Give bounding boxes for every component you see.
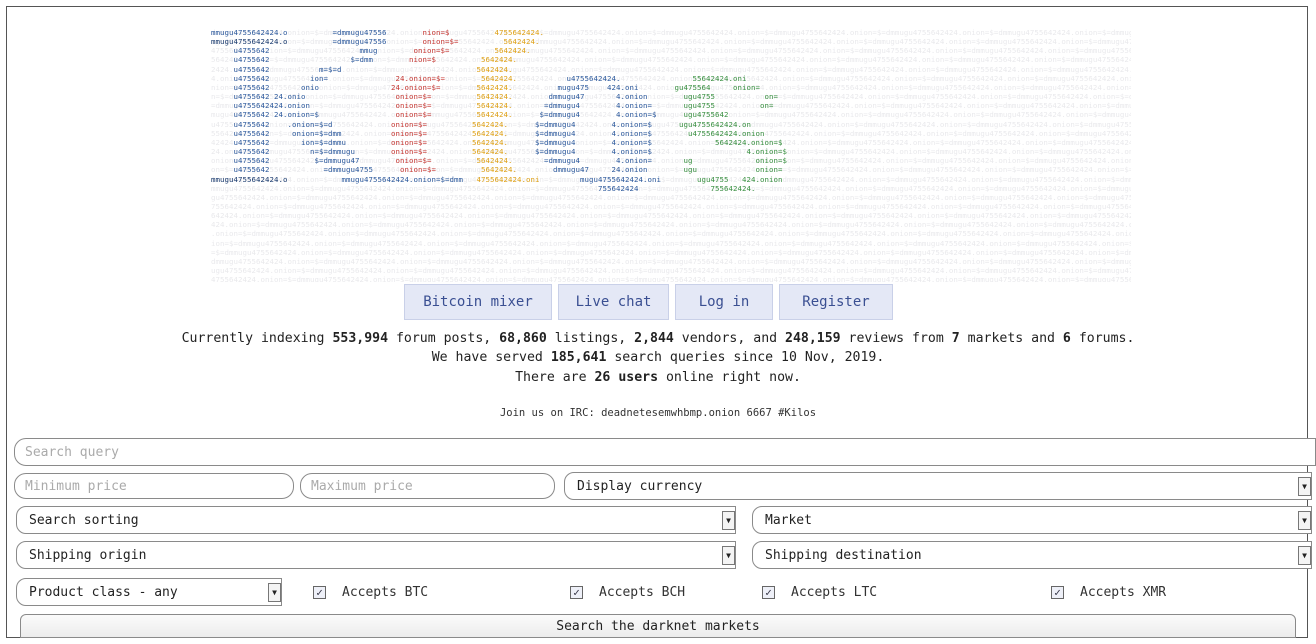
log-in-button[interactable]: Log in (675, 284, 773, 320)
chevron-down-icon: ▼ (1298, 511, 1311, 530)
chevron-down-icon: ▼ (268, 583, 281, 602)
chevron-down-icon: ▼ (1298, 477, 1311, 496)
checkbox-check-icon: ✓ (1051, 586, 1064, 599)
checkbox-check-icon: ✓ (570, 586, 583, 599)
index-stats-line: Currently indexing 553,994 forum posts, … (181, 331, 1135, 346)
product-class-select[interactable]: Product class - any ▼ (16, 578, 282, 606)
reviews-count: 248,159 (785, 331, 841, 346)
live-chat-button[interactable]: Live chat (558, 284, 669, 320)
forums-count: 6 (1062, 331, 1071, 346)
market-select[interactable]: Market ▼ (752, 506, 1312, 534)
checkbox-check-icon: ✓ (313, 586, 326, 599)
forum-posts-count: 553,994 (332, 331, 389, 346)
accepts-ltc-checkbox[interactable]: ✓ Accepts LTC (762, 585, 877, 600)
ascii-logo-banner: dmmugu4755642424.onion=$=dmmugu475564242… (211, 28, 1131, 282)
display-currency-select[interactable]: Display currency ▼ (564, 472, 1312, 500)
maximum-price-input[interactable] (300, 473, 555, 499)
banner-logo-art: mmugu4755642424.o =dmmugu47556 nion=$ 47… (211, 28, 787, 193)
chevron-down-icon: ▼ (1298, 546, 1311, 565)
search-sorting-select[interactable]: Search sorting ▼ (16, 506, 736, 534)
chevron-down-icon: ▼ (722, 511, 735, 530)
search-submit-button[interactable]: Search the darknet markets (20, 614, 1296, 638)
irc-info: Join us on IRC: deadnetesemwhbmp.onion 6… (499, 407, 817, 419)
chevron-down-icon: ▼ (722, 546, 735, 565)
accepts-bch-checkbox[interactable]: ✓ Accepts BCH (570, 585, 685, 600)
shipping-origin-select[interactable]: Shipping origin ▼ (16, 541, 736, 569)
top-nav: Bitcoin mixer Live chat Log in Register (404, 284, 899, 320)
users-online-line: There are 26 users online right now. (515, 370, 801, 385)
online-count: 26 (594, 370, 611, 385)
bitcoin-mixer-button[interactable]: Bitcoin mixer (404, 284, 552, 320)
served-queries-line: We have served 185,641 search queries si… (431, 350, 885, 365)
search-query-input[interactable] (14, 438, 1316, 466)
queries-count: 185,641 (550, 350, 607, 365)
accepts-btc-checkbox[interactable]: ✓ Accepts BTC (313, 585, 428, 600)
markets-count: 7 (951, 331, 960, 346)
register-button[interactable]: Register (779, 284, 893, 320)
listings-count: 68,860 (499, 331, 547, 346)
shipping-destination-select[interactable]: Shipping destination ▼ (752, 541, 1312, 569)
minimum-price-input[interactable] (14, 473, 294, 499)
vendors-count: 2,844 (634, 331, 674, 346)
checkbox-check-icon: ✓ (762, 586, 775, 599)
accepts-xmr-checkbox[interactable]: ✓ Accepts XMR (1051, 585, 1166, 600)
